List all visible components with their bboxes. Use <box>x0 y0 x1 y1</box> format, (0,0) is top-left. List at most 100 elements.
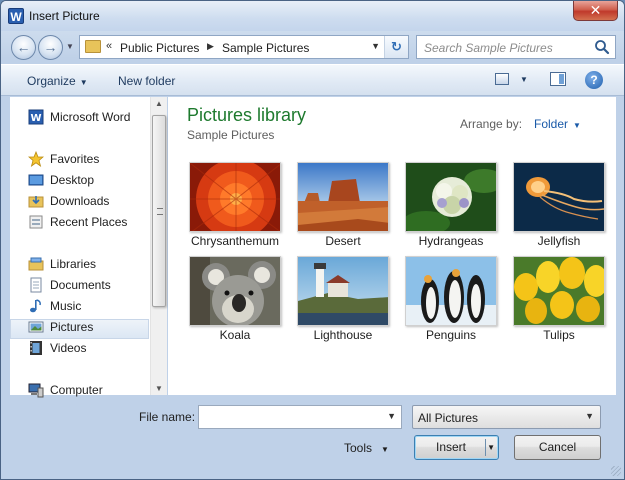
desert-image <box>298 163 388 231</box>
change-view-icon[interactable] <box>495 73 509 85</box>
word-icon: W <box>28 109 44 125</box>
close-button[interactable]: ✕ <box>573 1 618 21</box>
new-folder-button[interactable]: New folder <box>118 74 175 88</box>
nav-item-music[interactable]: Music <box>28 296 81 316</box>
nav-item-computer[interactable]: Computer <box>28 380 103 400</box>
videos-icon <box>28 340 44 356</box>
file-name-label[interactable]: Koala <box>181 328 289 342</box>
desktop-icon <box>28 172 44 188</box>
nav-item-label: Music <box>50 299 82 313</box>
organize-menu[interactable]: Organize ▼ <box>27 74 88 88</box>
computer-icon <box>28 382 44 398</box>
file-name-field-label: File name: <box>139 410 196 424</box>
pictures-icon <box>28 319 44 335</box>
file-name-label[interactable]: Lighthouse <box>289 328 397 342</box>
nav-item-label: Libraries <box>50 257 97 271</box>
tools-label: Tools <box>344 441 373 455</box>
file-name-label[interactable]: Desert <box>289 234 397 248</box>
nav-pane-scrollbar[interactable]: ▲ ▼ <box>150 97 167 395</box>
documents-icon <box>28 277 44 293</box>
file-name-label[interactable]: Chrysanthemum <box>181 234 289 248</box>
recent-locations-dropdown[interactable]: ▼ <box>66 42 74 51</box>
nav-item-libraries[interactable]: Libraries <box>28 254 96 274</box>
file-name-label[interactable]: Hydrangeas <box>397 234 505 248</box>
chrysanthemum-image <box>190 163 280 231</box>
help-icon[interactable]: ? <box>585 71 603 89</box>
thumbnail-lighthouse[interactable] <box>297 256 389 326</box>
recent-places-icon <box>28 214 44 230</box>
nav-item-downloads[interactable]: Downloads <box>28 191 109 211</box>
scroll-down-icon[interactable]: ▼ <box>155 384 163 393</box>
file-type-select[interactable]: All Pictures ▼ <box>412 405 601 429</box>
nav-item-favorites[interactable]: Favorites <box>27 149 100 169</box>
nav-item-microsoft-word[interactable]: W Microsoft Word <box>28 107 130 127</box>
music-icon <box>28 298 44 314</box>
star-icon <box>27 150 45 167</box>
thumbnail-hydrangeas[interactable] <box>405 162 497 232</box>
nav-item-label: Pictures <box>50 320 94 334</box>
arrow-left-icon: ← <box>16 39 31 55</box>
back-button[interactable]: ← <box>11 35 36 60</box>
nav-item-label: Downloads <box>50 194 110 208</box>
hydrangeas-image <box>406 163 496 231</box>
thumbnail-jellyfish[interactable] <box>513 162 605 232</box>
insert-options-dropdown-icon[interactable]: ▼ <box>487 436 495 459</box>
breadcrumb-public-pictures[interactable]: Public Pictures <box>120 41 199 55</box>
thumbnail-desert[interactable] <box>297 162 389 232</box>
search-input[interactable]: Search Sample Pictures <box>416 35 616 59</box>
preview-pane-icon[interactable] <box>550 72 566 86</box>
address-bar[interactable]: « Public Pictures ▶ Sample Pictures ▼ ↻ <box>79 35 409 59</box>
forward-button[interactable]: → <box>38 35 63 60</box>
view-options-dropdown[interactable]: ▼ <box>520 75 528 84</box>
file-name-label[interactable]: Tulips <box>505 328 613 342</box>
thumbnail-chrysanthemum[interactable] <box>189 162 281 232</box>
scroll-up-icon[interactable]: ▲ <box>155 99 163 108</box>
navigation-bar: ← → ▼ « Public Pictures ▶ Sample Picture… <box>1 31 624 63</box>
address-dropdown-icon[interactable]: ▼ <box>371 41 380 51</box>
breadcrumb-overflow[interactable]: « <box>106 40 112 52</box>
insert-button[interactable]: Insert ▼ <box>414 435 499 460</box>
window-title: Insert Picture <box>29 9 100 23</box>
thumbnail-koala[interactable] <box>189 256 281 326</box>
arrange-by-value: Folder <box>534 117 569 131</box>
chevron-down-icon: ▼ <box>79 78 88 87</box>
nav-item-pictures[interactable]: Pictures <box>28 317 93 337</box>
penguins-image <box>406 257 496 325</box>
svg-text:W: W <box>30 113 41 124</box>
breadcrumb-separator-icon[interactable]: ▶ <box>207 41 214 52</box>
nav-item-label: Favorites <box>50 152 100 166</box>
scrollbar-thumb[interactable] <box>152 115 166 307</box>
library-title: Pictures library <box>187 105 307 125</box>
nav-item-recent-places[interactable]: Recent Places <box>28 212 127 232</box>
file-name-label[interactable]: Jellyfish <box>505 234 613 248</box>
file-list-pane: Pictures library Sample Pictures Arrange… <box>168 97 616 395</box>
cancel-button[interactable]: Cancel <box>514 435 601 460</box>
nav-item-desktop[interactable]: Desktop <box>28 170 94 190</box>
tools-menu[interactable]: Tools ▼ <box>344 441 389 455</box>
command-toolbar: Organize ▼ New folder ▼ ? <box>1 64 624 96</box>
chevron-down-icon: ▼ <box>381 445 389 454</box>
downloads-folder-icon <box>28 193 44 209</box>
organize-label: Organize <box>27 74 76 88</box>
nav-item-videos[interactable]: Videos <box>28 338 86 358</box>
file-type-value: All Pictures <box>418 411 479 425</box>
arrange-by-dropdown[interactable]: Folder ▼ <box>534 117 581 131</box>
chevron-down-icon[interactable]: ▼ <box>387 411 396 421</box>
thumbnail-penguins[interactable] <box>405 256 497 326</box>
nav-item-label: Microsoft Word <box>50 110 131 124</box>
breadcrumb-sample-pictures[interactable]: Sample Pictures <box>222 41 309 55</box>
file-name-input[interactable]: ▼ <box>198 405 402 429</box>
file-name-label[interactable]: Penguins <box>397 328 505 342</box>
thumbnail-tulips[interactable] <box>513 256 605 326</box>
arrow-right-icon: → <box>43 39 58 55</box>
nav-item-documents[interactable]: Documents <box>28 275 111 295</box>
refresh-button[interactable]: ↻ <box>384 36 408 58</box>
insert-label: Insert <box>435 440 466 454</box>
insert-picture-dialog: W Insert Picture ✕ ← → ▼ « Public Pictur… <box>0 0 625 480</box>
chevron-down-icon: ▼ <box>585 411 594 421</box>
resize-grip[interactable] <box>611 466 621 476</box>
split-divider <box>485 439 486 456</box>
chevron-down-icon: ▼ <box>573 121 581 130</box>
nav-item-label: Desktop <box>50 173 95 187</box>
search-icon[interactable] <box>593 38 611 56</box>
